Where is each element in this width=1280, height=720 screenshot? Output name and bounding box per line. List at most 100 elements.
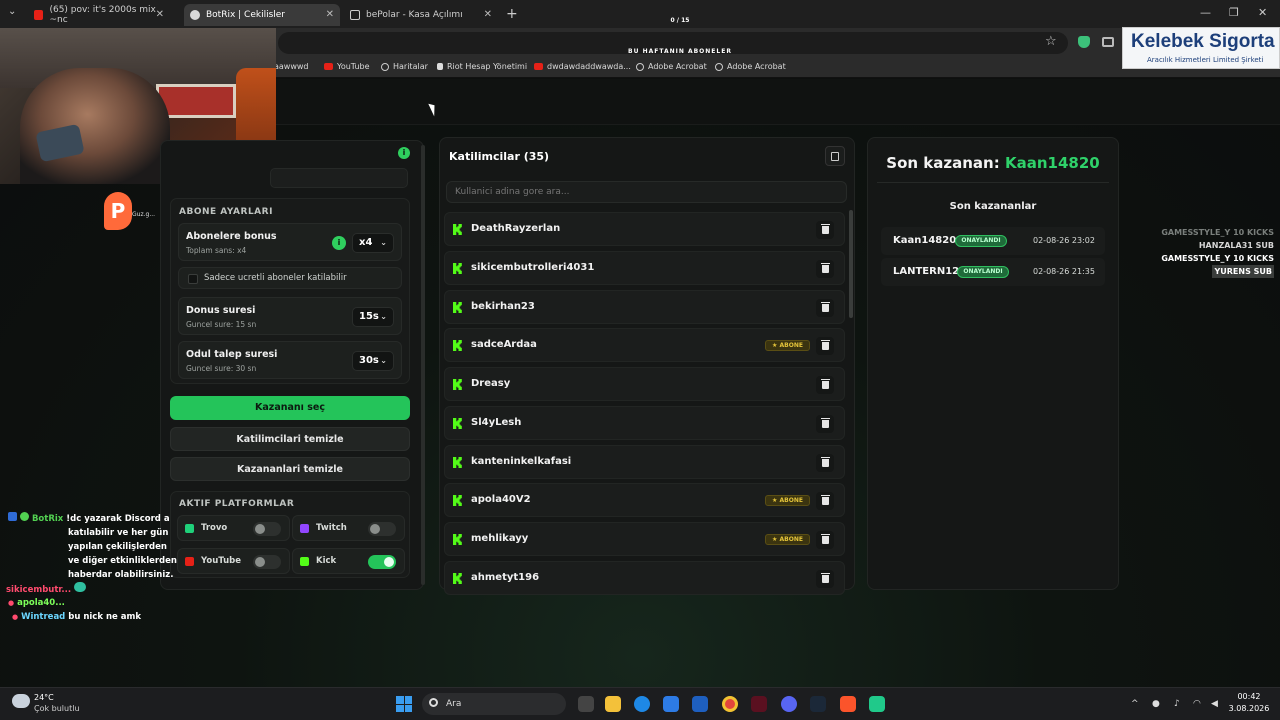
- donus-select[interactable]: 15s ⌄: [352, 307, 394, 327]
- delete-button[interactable]: [816, 492, 834, 511]
- winner-date: 02-08-26 23:02: [1033, 236, 1095, 245]
- tray-app-icon[interactable]: ●: [1152, 699, 1160, 709]
- paid-only-row[interactable]: Sadece ucretli aboneler katilabilir: [178, 267, 402, 289]
- steam-icon[interactable]: [810, 696, 826, 712]
- paid-only-label: Sadece ucretli aboneler katilabilir: [204, 273, 347, 283]
- platform-kick: Kick: [292, 548, 405, 574]
- tab-search-chevron-icon[interactable]: ⌄: [8, 6, 22, 20]
- sub-bonus-select[interactable]: x4 ⌄: [352, 233, 394, 253]
- start-pane: [404, 704, 412, 712]
- alert-line: HANZALA31 SUB: [1198, 241, 1274, 250]
- info-icon[interactable]: i: [398, 147, 410, 159]
- file-explorer-icon[interactable]: [605, 696, 621, 712]
- kick-toggle[interactable]: [368, 555, 396, 569]
- participant-name: DeathRayzerlan: [471, 223, 561, 234]
- bookmark-item[interactable]: Haritalar: [381, 62, 428, 71]
- delete-button[interactable]: [816, 221, 834, 239]
- trovo-toggle[interactable]: [253, 522, 281, 536]
- paid-only-checkbox[interactable]: [188, 274, 198, 284]
- close-icon[interactable]: ✕: [484, 9, 492, 20]
- trash-icon: [821, 262, 830, 273]
- twitch-toggle[interactable]: [368, 522, 396, 536]
- pick-winner-button[interactable]: Kazananı seç: [170, 396, 410, 420]
- participant-row: apola40V2 ★ ABONE: [444, 483, 845, 518]
- close-icon[interactable]: ✕: [326, 9, 334, 20]
- copy-icon: [831, 152, 839, 161]
- extension-icon[interactable]: [1102, 37, 1114, 47]
- delete-button[interactable]: [816, 376, 834, 394]
- participant-name: sikicembutrolleri4031: [471, 261, 595, 273]
- brave-icon[interactable]: [840, 696, 856, 712]
- tab-label: bePolar - Kasa Açılımı: [366, 10, 463, 20]
- taskbar-search[interactable]: Ara: [422, 693, 566, 715]
- bookmark-item[interactable]: Adobe Acrobat: [715, 62, 786, 71]
- tab-youtube[interactable]: (65) pov: it's 2000s mix ~nc ✕: [28, 4, 170, 26]
- toggle-knob: [255, 524, 265, 534]
- kick-icon: [453, 224, 462, 235]
- bookmark-item[interactable]: Riot Hesap Yönetimi: [437, 62, 527, 71]
- bookmark-label: Adobe Acrobat: [727, 62, 786, 71]
- close-window-button[interactable]: ✕: [1258, 6, 1267, 19]
- microphone-icon[interactable]: ♪: [1174, 699, 1180, 709]
- trash-icon: [821, 572, 830, 583]
- delete-button[interactable]: [816, 569, 834, 588]
- delete-button[interactable]: [816, 337, 834, 356]
- cloud-icon[interactable]: [12, 694, 30, 708]
- weather-desc[interactable]: Çok bulutlu: [34, 704, 80, 713]
- mod-badge-icon: [8, 512, 17, 521]
- delete-button[interactable]: [816, 414, 834, 433]
- valorant-icon[interactable]: [751, 696, 767, 712]
- tab-botrix[interactable]: BotRix | Cekilisler ✕: [184, 4, 340, 26]
- volume-icon[interactable]: ◀: [1211, 699, 1218, 709]
- minimize-button[interactable]: —: [1200, 6, 1211, 19]
- chat-line: sikicembutr...: [6, 582, 87, 597]
- bookmark-item[interactable]: aawwwd: [274, 62, 309, 71]
- trash-icon: [821, 379, 830, 389]
- clear-winners-button[interactable]: Kazananlari temizle: [170, 457, 410, 481]
- chrome-icon[interactable]: [722, 696, 738, 712]
- delete-button[interactable]: [816, 453, 834, 472]
- tab-bepolar[interactable]: bePolar - Kasa Açılımı ✕: [344, 4, 498, 26]
- participant-search-input[interactable]: [446, 181, 847, 203]
- chevron-up-icon[interactable]: ^: [1131, 699, 1139, 709]
- participant-name: apola40V2: [471, 494, 531, 506]
- store-icon[interactable]: [663, 696, 679, 712]
- settings-input[interactable]: [270, 168, 408, 188]
- bookmark-item[interactable]: dwdawdaddwawda...: [534, 62, 631, 71]
- shield-extension-icon[interactable]: [1078, 36, 1090, 48]
- odul-select[interactable]: 30s ⌄: [352, 351, 394, 371]
- settings-scrollbar[interactable]: [421, 145, 425, 585]
- weather-temp[interactable]: 24°C: [34, 693, 54, 702]
- delete-button[interactable]: [816, 531, 834, 549]
- new-tab-button[interactable]: +: [506, 6, 518, 22]
- discord-icon[interactable]: [781, 696, 797, 712]
- wifi-icon[interactable]: ◠: [1193, 699, 1201, 709]
- participants-scrollbar[interactable]: [849, 210, 853, 318]
- edge-icon[interactable]: [634, 696, 650, 712]
- clear-participants-button[interactable]: Katilimcilari temizle: [170, 427, 410, 451]
- delete-button[interactable]: [816, 298, 834, 317]
- bookmark-star-icon[interactable]: ☆: [1045, 34, 1057, 49]
- info-icon[interactable]: i: [332, 236, 346, 250]
- chat-user: sikicembutr...: [6, 585, 72, 595]
- bookmark-item[interactable]: Adobe Acrobat: [636, 62, 707, 71]
- badge-label: ABONE: [779, 536, 803, 543]
- youtube-toggle[interactable]: [253, 555, 281, 569]
- trash-icon: [821, 417, 830, 428]
- bookmark-item[interactable]: YouTube: [324, 62, 370, 71]
- winner-row: LANTERN12 ONAYLANDI 02-08-26 21:35: [881, 258, 1105, 286]
- mail-icon[interactable]: [692, 696, 708, 712]
- chat-user: Wintread: [21, 612, 66, 622]
- globe-icon: [381, 62, 389, 71]
- delete-button[interactable]: [816, 259, 834, 278]
- app-icon[interactable]: [869, 696, 885, 712]
- participant-row: kanteninkelkafasi: [444, 444, 845, 479]
- copy-button[interactable]: [825, 146, 845, 166]
- sponsor-banner: Kelebek Sigorta Aracılık Hizmetleri Limi…: [1122, 27, 1280, 69]
- clock-date[interactable]: 3.08.2026: [1224, 704, 1274, 713]
- clock-time[interactable]: 00:42: [1224, 692, 1274, 701]
- maximize-button[interactable]: ❐: [1229, 6, 1239, 19]
- windows-start-icon[interactable]: [396, 696, 412, 712]
- close-icon[interactable]: ✕: [156, 9, 164, 20]
- task-view-icon[interactable]: [578, 696, 594, 712]
